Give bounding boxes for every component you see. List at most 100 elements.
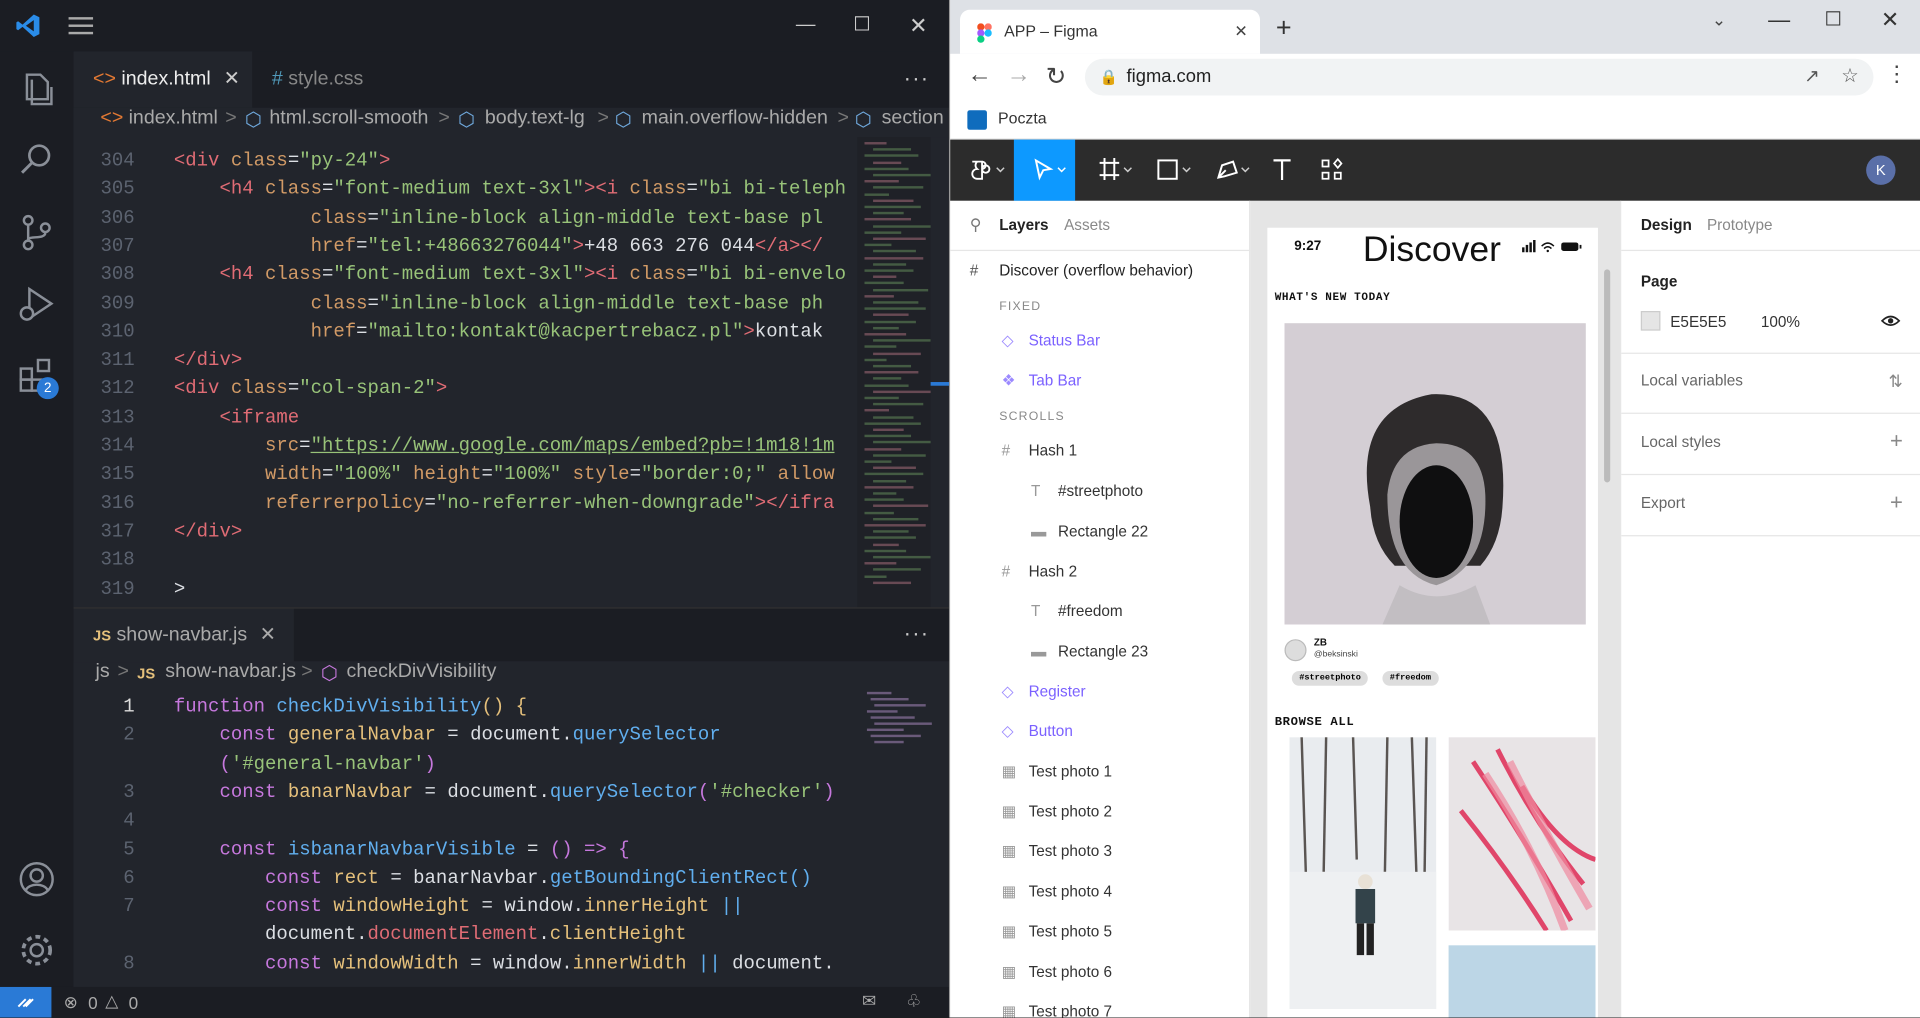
code-line[interactable]: ('#general-navbar') bbox=[174, 753, 435, 781]
browser-menu-icon[interactable]: ⋮ bbox=[1886, 61, 1908, 87]
layer-item[interactable]: T #streetphoto bbox=[950, 475, 1250, 507]
code-line[interactable]: function checkDivVisibility() { bbox=[174, 696, 527, 724]
layer-item[interactable]: ❖ Tab Bar bbox=[950, 365, 1250, 397]
breadcrumb-item[interactable]: checkDivVisibility bbox=[347, 661, 497, 683]
move-tool[interactable] bbox=[1013, 139, 1076, 201]
page-color-swatch[interactable] bbox=[1640, 311, 1661, 331]
layer-item[interactable]: ▬ Rectangle 23 bbox=[950, 636, 1250, 668]
resources-tool[interactable] bbox=[1303, 140, 1359, 201]
canvas[interactable]: 9:27 Discover WHAT'S NEW TODAY ZB @beksi… bbox=[1250, 200, 1621, 1018]
breadcrumb-item[interactable]: html.scroll-smooth bbox=[269, 108, 428, 130]
text-tool[interactable] bbox=[1254, 140, 1310, 201]
layer-item[interactable]: ▬ Rectangle 22 bbox=[950, 516, 1250, 548]
layer-item[interactable]: T #freedom bbox=[950, 595, 1250, 627]
tab-close-icon[interactable]: ✕ bbox=[260, 609, 276, 663]
breadcrumb-item[interactable]: section bbox=[882, 108, 944, 130]
menu-icon[interactable] bbox=[68, 17, 94, 35]
more-actions-icon[interactable]: ··· bbox=[904, 621, 930, 647]
bell-icon[interactable]: ♧ bbox=[906, 991, 921, 1012]
account-icon[interactable] bbox=[15, 857, 59, 901]
tab-close-icon[interactable]: ✕ bbox=[224, 51, 240, 107]
code-line[interactable]: </div> bbox=[174, 349, 242, 377]
code-line[interactable]: class="inline-block align-middle text-ba… bbox=[174, 292, 824, 320]
breadcrumb-item[interactable]: js bbox=[96, 661, 110, 683]
layer-item[interactable]: ▦ Test photo 1 bbox=[950, 756, 1250, 788]
code-line[interactable]: src="https://www.google.com/maps/embed?p… bbox=[174, 435, 835, 463]
layer-item[interactable]: ▦ Test photo 4 bbox=[950, 876, 1250, 908]
back-icon[interactable]: ← bbox=[967, 61, 991, 89]
eye-icon[interactable] bbox=[1880, 312, 1901, 329]
remote-indicator[interactable] bbox=[0, 986, 52, 1018]
editor-js[interactable]: 1 function checkDivVisibility() {2 const … bbox=[73, 692, 857, 987]
tab-prototype[interactable]: Prototype bbox=[1707, 217, 1773, 234]
layer-frame-discover[interactable]: # Discover (overflow behavior) bbox=[950, 255, 1250, 287]
maximize-icon[interactable]: ☐ bbox=[847, 12, 876, 39]
add-icon[interactable]: + bbox=[1890, 429, 1903, 455]
tab-layers[interactable]: Layers bbox=[999, 217, 1048, 234]
tab-assets[interactable]: Assets bbox=[1064, 217, 1110, 234]
tab-style-css[interactable]: # style.css bbox=[252, 51, 431, 107]
code-line[interactable]: href="tel:+48663276044">+48 663 276 044<… bbox=[174, 235, 824, 263]
layer-item[interactable]: # Hash 2 bbox=[950, 556, 1250, 588]
share-icon[interactable]: ↗ bbox=[1804, 59, 1819, 96]
code-line[interactable]: <iframe bbox=[174, 406, 299, 434]
editor-html[interactable]: 304 <div class="py-24"> 305 <h4 class="fon… bbox=[73, 137, 857, 607]
frame-tool[interactable] bbox=[1082, 140, 1138, 201]
minimize-icon[interactable]: — bbox=[791, 12, 820, 39]
layer-item[interactable]: ◇ Status Bar bbox=[950, 324, 1250, 356]
code-line[interactable]: const windowWidth = window.innerWidth ||… bbox=[174, 952, 835, 980]
code-line[interactable]: referrerpolicy="no-referrer-when-downgra… bbox=[174, 492, 835, 520]
code-line[interactable]: href="mailto:kontakt@kacpertrebacz.pl">k… bbox=[174, 321, 824, 349]
bookmark-label[interactable]: Poczta bbox=[998, 109, 1047, 127]
local-styles-row[interactable]: Local styles + bbox=[1621, 414, 1920, 476]
variables-settings-icon[interactable]: ⇅ bbox=[1889, 371, 1903, 392]
minimap[interactable] bbox=[857, 137, 936, 608]
export-row[interactable]: Export + bbox=[1621, 475, 1920, 537]
tab-design[interactable]: Design bbox=[1641, 217, 1692, 234]
breadcrumb-item[interactable]: main.overflow-hidden bbox=[642, 108, 828, 130]
forward-icon[interactable]: → bbox=[1007, 61, 1031, 89]
feedback-icon[interactable]: ✉ bbox=[862, 991, 876, 1012]
source-control-icon[interactable] bbox=[15, 211, 59, 255]
tab-index-html[interactable]: <> index.html ✕ bbox=[73, 51, 253, 108]
code-line[interactable]: const windowHeight = window.innerHeight … bbox=[174, 895, 744, 923]
code-line[interactable]: document.documentElement.clientHeight bbox=[174, 924, 687, 952]
code-line[interactable]: <h4 class="font-medium text-3xl"><i clas… bbox=[174, 263, 846, 291]
new-tab-icon[interactable]: + bbox=[1276, 12, 1292, 44]
address-bar[interactable]: 🔒 figma.com ↗ ☆ bbox=[1084, 58, 1874, 96]
page-color-hex[interactable]: E5E5E5 bbox=[1670, 313, 1726, 330]
reload-icon[interactable]: ↻ bbox=[1046, 61, 1067, 92]
code-line[interactable]: const rect = banarNavbar.getBoundingClie… bbox=[174, 867, 812, 895]
code-line[interactable]: > bbox=[174, 577, 185, 605]
phone-frame[interactable]: 9:27 Discover WHAT'S NEW TODAY ZB @beksi… bbox=[1267, 227, 1598, 1018]
more-actions-icon[interactable]: ··· bbox=[904, 66, 930, 92]
canvas-scrollbar[interactable] bbox=[1604, 269, 1611, 483]
bookmark-star-icon[interactable]: ☆ bbox=[1841, 59, 1859, 96]
pen-tool[interactable] bbox=[1200, 140, 1256, 201]
editor-scrollbar[interactable] bbox=[930, 137, 949, 608]
search-icon[interactable]: ⚲ bbox=[970, 216, 982, 236]
code-line[interactable]: <div class="col-span-2"> bbox=[174, 378, 447, 406]
breadcrumb-item[interactable]: index.html bbox=[129, 108, 218, 130]
layer-item[interactable]: ▦ Test photo 7 bbox=[950, 996, 1250, 1018]
layer-item[interactable]: ◇ Button bbox=[950, 715, 1250, 747]
browser-tab[interactable]: APP – Figma ✕ bbox=[960, 9, 1261, 54]
add-icon[interactable]: + bbox=[1890, 490, 1903, 516]
code-line[interactable]: </div> bbox=[174, 520, 242, 548]
layer-item[interactable]: ◇ Register bbox=[950, 676, 1250, 708]
code-line[interactable]: const generalNavbar = document.querySele… bbox=[174, 724, 721, 752]
layer-item[interactable]: ▦ Test photo 3 bbox=[950, 835, 1250, 867]
breadcrumb-item[interactable]: body.text-lg bbox=[485, 108, 585, 130]
figma-main-menu[interactable] bbox=[955, 140, 1011, 201]
code-line[interactable]: <h4 class="font-medium text-3xl"><i clas… bbox=[174, 178, 846, 206]
minimize-icon[interactable]: — bbox=[1768, 7, 1790, 33]
page-opacity[interactable]: 100% bbox=[1761, 313, 1800, 330]
code-line[interactable]: width="100%" height="100%" style="border… bbox=[174, 463, 835, 491]
errors-icon[interactable]: ⊗ bbox=[64, 992, 78, 1013]
lock-icon[interactable]: 🔒 bbox=[1100, 59, 1118, 96]
breadcrumb-item[interactable]: show-navbar.js bbox=[165, 661, 296, 683]
close-icon[interactable]: ✕ bbox=[1881, 7, 1899, 33]
layer-item[interactable]: # Hash 1 bbox=[950, 435, 1250, 467]
shape-tool[interactable] bbox=[1141, 140, 1197, 201]
local-variables-row[interactable]: Local variables ⇅ bbox=[1621, 353, 1920, 414]
